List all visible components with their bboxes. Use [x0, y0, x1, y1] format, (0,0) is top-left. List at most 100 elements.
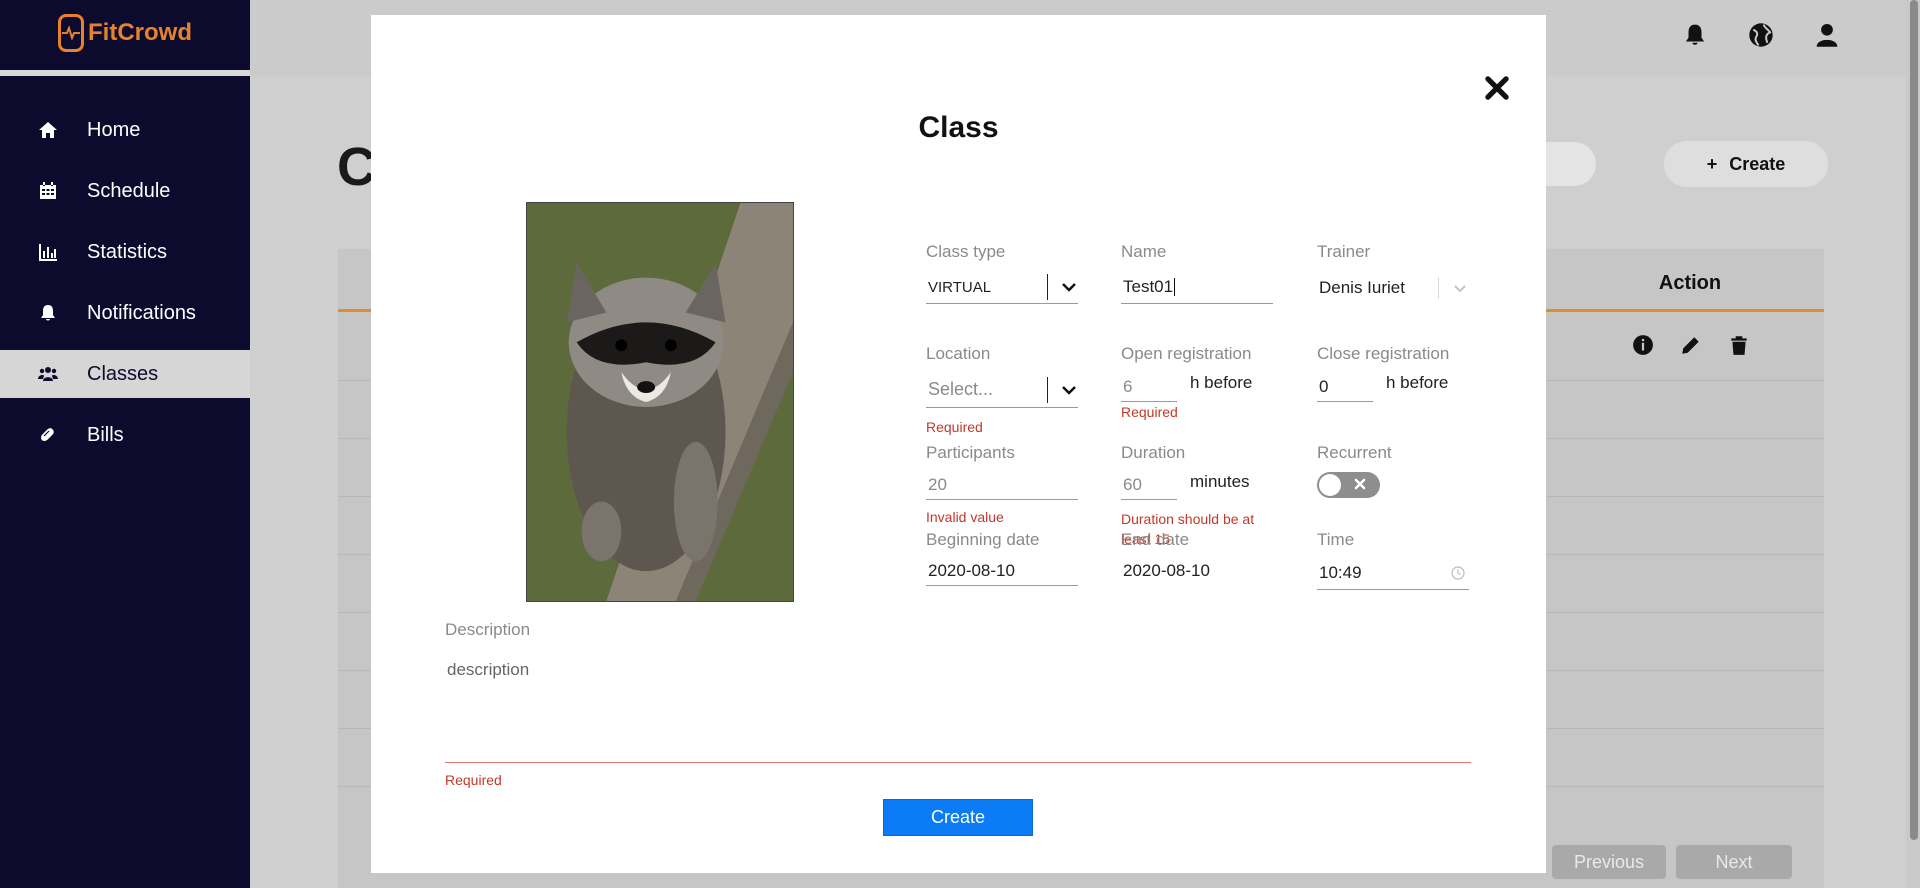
close-registration-value: 0	[1319, 376, 1329, 396]
class-modal: Class Class type VIRTUAL Name Test01 Tra…	[371, 15, 1546, 873]
close-registration-label: Close registration	[1317, 344, 1450, 363]
recurrent-label: Recurrent	[1317, 443, 1392, 462]
end-date-value: 2020-08-10	[1123, 561, 1210, 580]
close-registration-suffix: h before	[1386, 373, 1449, 392]
open-registration-error: Required	[1121, 404, 1178, 420]
participants-input[interactable]: 20	[926, 470, 1078, 500]
edit-icon[interactable]	[1680, 334, 1702, 356]
open-registration-suffix: h before	[1190, 373, 1253, 392]
close-icon	[1485, 76, 1509, 100]
description-value: description	[447, 660, 530, 679]
sidebar-item-classes[interactable]: Classes	[0, 350, 250, 398]
recurrent-toggle[interactable]	[1317, 472, 1380, 498]
globe-icon[interactable]	[1748, 22, 1774, 48]
clock-icon[interactable]	[1451, 565, 1465, 580]
row-actions	[1632, 334, 1750, 356]
end-date-input[interactable]: 2020-08-10	[1121, 556, 1273, 586]
description-label: Description	[445, 620, 531, 639]
duration-suffix: minutes	[1190, 472, 1250, 491]
open-registration-label: Open registration	[1121, 344, 1252, 363]
class-image[interactable]	[526, 202, 794, 602]
pill-icon	[38, 425, 58, 445]
end-date-label: End date	[1121, 530, 1190, 549]
pager-previous-button[interactable]: Previous	[1552, 845, 1666, 879]
bell-icon[interactable]	[1682, 22, 1708, 48]
text-caret	[1174, 278, 1176, 296]
class-type-label: Class type	[926, 242, 1006, 261]
sidebar-item-label: Home	[87, 118, 141, 141]
sidebar-nav: Home Schedule Statistics Notifications C…	[0, 106, 250, 472]
bell-icon	[38, 303, 58, 323]
home-icon	[38, 120, 58, 140]
time-value: 10:49	[1319, 562, 1362, 582]
name-label: Name	[1121, 242, 1167, 261]
sidebar-item-home[interactable]: Home	[0, 106, 250, 154]
time-input[interactable]: 10:49	[1317, 556, 1469, 590]
sidebar-item-notifications[interactable]: Notifications	[0, 289, 250, 337]
select-divider	[1047, 274, 1048, 300]
participants-error: Invalid value	[926, 509, 1004, 525]
sidebar-item-statistics[interactable]: Statistics	[0, 228, 250, 276]
name-value: Test01	[1123, 277, 1174, 296]
users-icon	[38, 364, 58, 384]
info-icon[interactable]	[1632, 334, 1654, 356]
sidebar-divider	[0, 70, 250, 76]
trainer-label: Trainer	[1317, 242, 1371, 261]
chevron-down-icon	[1060, 381, 1078, 399]
description-error: Required	[445, 772, 502, 788]
time-label: Time	[1317, 530, 1355, 549]
beginning-date-input[interactable]: 2020-08-10	[926, 556, 1078, 586]
sidebar-item-bills[interactable]: Bills	[0, 411, 250, 459]
close-button[interactable]	[1481, 72, 1513, 104]
plus-icon: +	[1706, 153, 1718, 174]
select-divider	[1438, 277, 1439, 299]
open-registration-value: 6	[1123, 376, 1133, 396]
app-name: FitCrowd	[88, 19, 192, 46]
scrollbar-thumb[interactable]	[1910, 0, 1918, 840]
close-icon	[1352, 476, 1368, 492]
location-select[interactable]: Select...	[926, 372, 1078, 408]
sidebar: FitCrowd Home Schedule Statistics Notifi…	[0, 0, 250, 888]
pager-next-button[interactable]: Next	[1676, 845, 1792, 879]
participants-value: 20	[928, 474, 947, 494]
location-placeholder: Select...	[928, 379, 994, 399]
create-button[interactable]: Create	[883, 799, 1033, 836]
page-scrollbar[interactable]	[1906, 0, 1920, 888]
open-registration-input[interactable]: 6	[1121, 372, 1177, 402]
location-label: Location	[926, 344, 991, 363]
participants-label: Participants	[926, 443, 1015, 462]
select-divider	[1047, 376, 1048, 403]
sidebar-item-label: Statistics	[87, 240, 168, 263]
class-type-select[interactable]: VIRTUAL	[926, 271, 1078, 304]
trash-icon[interactable]	[1728, 334, 1750, 356]
sidebar-item-label: Schedule	[87, 179, 171, 202]
calendar-icon	[38, 181, 58, 201]
toggle-knob	[1319, 474, 1341, 496]
user-icon[interactable]	[1814, 22, 1840, 48]
beginning-date-label: Beginning date	[926, 530, 1040, 549]
create-class-button[interactable]: + Create	[1664, 141, 1828, 187]
close-registration-input[interactable]: 0	[1317, 372, 1373, 402]
duration-label: Duration	[1121, 443, 1186, 462]
description-textarea[interactable]: description	[445, 646, 1471, 763]
app-logo[interactable]: FitCrowd	[58, 14, 192, 52]
action-column-header: Action	[1658, 272, 1722, 294]
name-input[interactable]: Test01	[1121, 271, 1273, 304]
class-type-value: VIRTUAL	[928, 278, 992, 296]
modal-title: Class	[918, 111, 999, 144]
beginning-date-value: 2020-08-10	[928, 560, 1015, 580]
chevron-down-icon	[1451, 279, 1469, 297]
duration-value: 60	[1123, 474, 1142, 494]
top-bar-actions	[1682, 22, 1840, 48]
sidebar-item-label: Classes	[87, 362, 159, 385]
chevron-down-icon	[1060, 278, 1078, 296]
sidebar-item-label: Bills	[87, 423, 124, 446]
bar-chart-icon	[38, 242, 58, 262]
sidebar-item-label: Notifications	[87, 301, 196, 324]
sidebar-item-schedule[interactable]: Schedule	[0, 167, 250, 215]
trainer-select[interactable]: Denis Iuriet	[1317, 271, 1469, 305]
raccoon-photo	[527, 203, 793, 601]
location-error: Required	[926, 419, 983, 435]
trainer-value: Denis Iuriet	[1319, 278, 1405, 297]
duration-input[interactable]: 60	[1121, 470, 1177, 500]
